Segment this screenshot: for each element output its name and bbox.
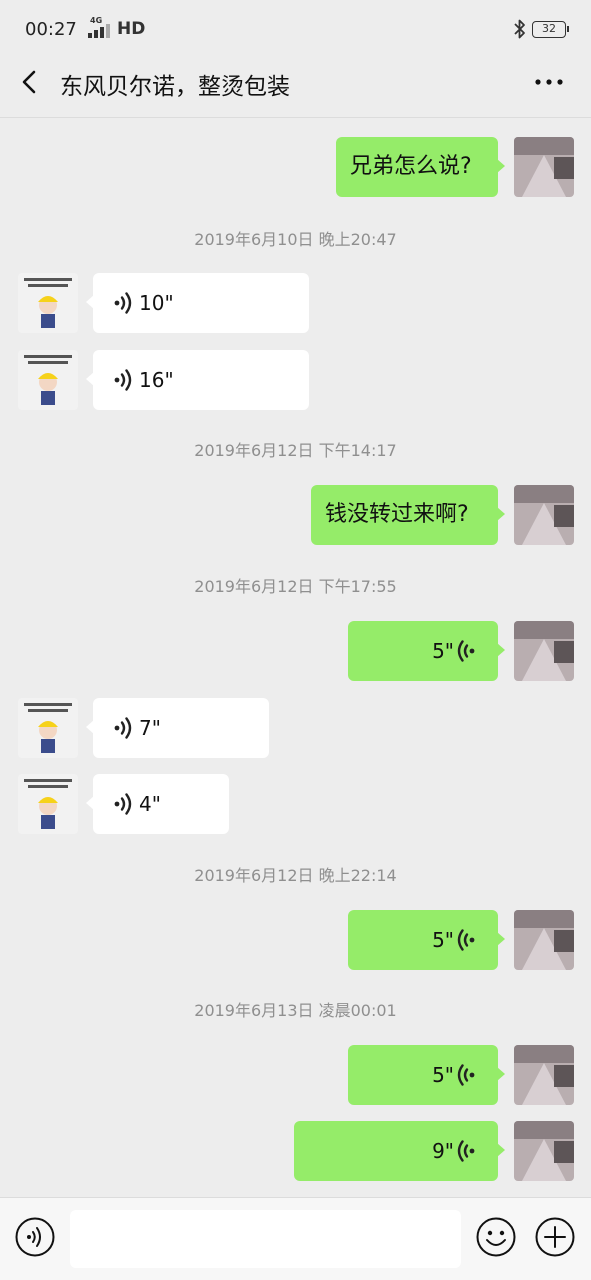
outgoing-voice-message[interactable]: 9": [294, 1121, 505, 1181]
voice-message-icon: [457, 929, 475, 951]
battery-level: 32: [542, 22, 556, 35]
message-timestamp: 2019年6月12日 下午17:55: [194, 577, 397, 596]
message-timestamp: 2019年6月13日 凌晨00:01: [194, 1001, 397, 1020]
voice-message-icon: [457, 1140, 475, 1162]
more-functions-button[interactable]: [534, 1216, 576, 1258]
incoming-voice-message[interactable]: 10": [86, 273, 309, 333]
message-timestamp: 2019年6月12日 晚上22:14: [194, 866, 397, 885]
message-list[interactable]: 兄弟怎么说? 2019年6月10日 晚上20:47 10" 16" 2019年6…: [0, 119, 591, 1197]
voice-message-icon: [457, 640, 475, 662]
contact-avatar[interactable]: [18, 774, 78, 834]
voice-message-icon: [114, 793, 132, 815]
my-avatar[interactable]: [514, 910, 574, 970]
outgoing-voice-message[interactable]: 5": [348, 910, 505, 970]
status-time: 00:27: [25, 19, 77, 40]
bluetooth-icon: [514, 19, 525, 39]
voice-message-icon: [114, 717, 132, 739]
message-input[interactable]: [70, 1210, 461, 1268]
contact-avatar[interactable]: [18, 698, 78, 758]
message-text: 兄弟怎么说?: [350, 154, 472, 179]
incoming-voice-message[interactable]: 7": [86, 698, 269, 758]
voice-duration: 5": [432, 1063, 454, 1087]
my-avatar[interactable]: [514, 1121, 574, 1181]
chat-title: 东风贝尔诺，整烫包装: [60, 74, 290, 100]
contact-avatar[interactable]: [18, 350, 78, 410]
voice-duration: 5": [432, 928, 454, 952]
voice-duration: 4": [139, 792, 161, 816]
hd-label: HD: [117, 19, 146, 39]
chat-header: 东风贝尔诺，整烫包装: [0, 60, 591, 118]
my-avatar[interactable]: [514, 1045, 574, 1105]
voice-message-icon: [457, 1064, 475, 1086]
message-text: 钱没转过来啊?: [325, 502, 469, 527]
voice-message-icon: [114, 292, 132, 314]
voice-duration: 10": [139, 291, 174, 315]
outgoing-voice-message[interactable]: 5": [348, 1045, 505, 1105]
voice-duration: 16": [139, 368, 174, 392]
my-avatar[interactable]: [514, 621, 574, 681]
voice-duration: 9": [432, 1139, 454, 1163]
outgoing-text-message[interactable]: 兄弟怎么说?: [336, 137, 505, 197]
voice-input-button[interactable]: [14, 1216, 56, 1258]
contact-avatar[interactable]: [18, 273, 78, 333]
voice-message-icon: [114, 369, 132, 391]
message-timestamp: 2019年6月12日 下午14:17: [194, 441, 397, 460]
voice-duration: 7": [139, 716, 161, 740]
outgoing-voice-message[interactable]: 5": [348, 621, 505, 681]
my-avatar[interactable]: [514, 137, 574, 197]
voice-duration: 5": [432, 639, 454, 663]
back-button[interactable]: [14, 66, 46, 98]
status-bar: 00:27 4G HD 32: [0, 0, 591, 60]
battery-icon: 32: [532, 21, 569, 38]
message-timestamp: 2019年6月10日 晚上20:47: [194, 230, 397, 249]
input-bar: [0, 1197, 591, 1280]
my-avatar[interactable]: [514, 485, 574, 545]
emoji-button[interactable]: [475, 1216, 517, 1258]
incoming-voice-message[interactable]: 4": [86, 774, 229, 834]
outgoing-text-message[interactable]: 钱没转过来啊?: [311, 485, 505, 545]
incoming-voice-message[interactable]: 16": [86, 350, 309, 410]
more-options-button[interactable]: [532, 70, 566, 94]
signal-icon: 4G: [88, 16, 114, 40]
